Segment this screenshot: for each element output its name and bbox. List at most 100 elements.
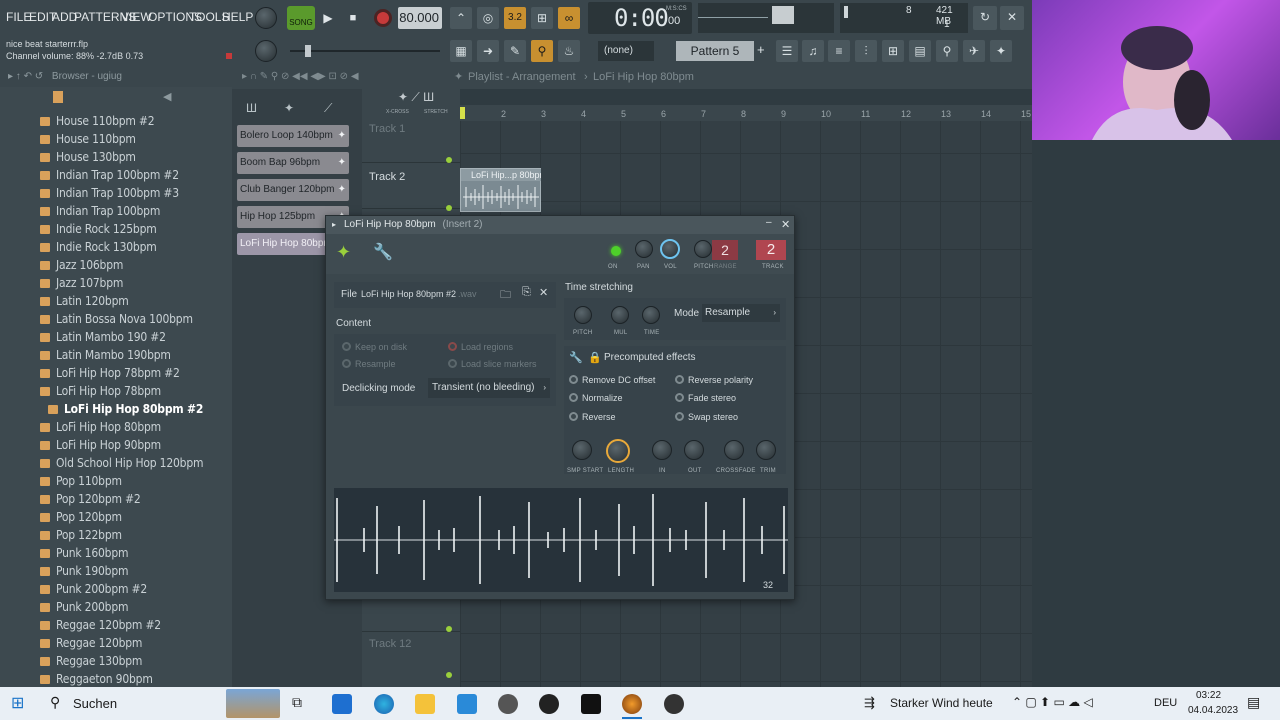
clear-file-icon[interactable]: ✕ <box>539 286 548 299</box>
browser-item[interactable]: Jazz 106bpm <box>40 258 123 276</box>
search-highlight-image[interactable] <box>226 689 280 718</box>
clock-date[interactable]: 04.04.2023 <box>1188 705 1238 716</box>
ts-pitch-knob[interactable] <box>574 306 592 324</box>
ts-time-knob[interactable] <box>642 306 660 324</box>
browser-item[interactable]: Latin Bossa Nova 100bpm <box>40 312 193 330</box>
overview-icons[interactable]: ✦ ⟋ Ш <box>398 90 434 105</box>
browser-item[interactable]: House 110bpm <box>40 132 136 150</box>
browser-item[interactable]: Indian Trap 100bpm #3 <box>40 186 179 204</box>
tray-icons[interactable]: ⌃ ▢ ⬆ ▭ ☁ ◁ <box>1012 695 1093 709</box>
snap-magnet-icon[interactable]: ⚲ <box>531 40 553 62</box>
pattern-selector[interactable]: Pattern 5 <box>676 41 754 61</box>
browser-item[interactable]: Latin Mambo 190bpm <box>40 348 171 366</box>
browser-nav-icons[interactable]: ▸ ↑ ↶ ↺ <box>8 71 43 82</box>
browser-item[interactable]: Pop 122bpm <box>40 528 122 546</box>
track-1-header[interactable]: Track 1 <box>362 117 460 163</box>
browser-item[interactable]: Reggae 120bpm #2 <box>40 618 161 636</box>
audio-clip[interactable]: LoFi Hip...p 80bpm <box>460 168 541 212</box>
project-info-icon[interactable]: ▤ <box>909 40 931 62</box>
browser-item[interactable]: LoFi Hip Hop 80bpm <box>40 420 161 438</box>
channel-rack-icon[interactable]: ≡ <box>828 40 850 62</box>
pattern-clip-source[interactable]: Bolero Loop 140bpm ✦ <box>237 125 349 147</box>
browser-item[interactable]: Indian Trap 100bpm <box>40 204 160 222</box>
track-2-header[interactable]: Track 2 <box>362 163 460 211</box>
resample-option[interactable]: Resample <box>342 359 396 369</box>
panel-menu-arrow[interactable]: ▸ <box>332 216 336 234</box>
menu-help[interactable]: HELP <box>222 10 253 24</box>
piano-roll-window-icon[interactable]: ♫ <box>802 40 824 62</box>
song-mode-toggle[interactable]: SONG <box>287 6 315 30</box>
obs-icon[interactable] <box>664 694 684 714</box>
sample-wave-icon[interactable]: ✦ <box>336 242 351 263</box>
master-pitch-knob[interactable] <box>255 40 277 62</box>
browser-item[interactable]: Indie Rock 130bpm <box>40 240 157 258</box>
normalize-option[interactable]: Normalize <box>569 393 623 403</box>
length-knob[interactable] <box>606 439 630 463</box>
sample-start-knob[interactable] <box>572 440 592 460</box>
playlist-icon[interactable]: ☰ <box>776 40 798 62</box>
declick-select[interactable]: Transient (no bleeding) › <box>428 378 550 398</box>
store-icon[interactable] <box>332 694 352 714</box>
browser-item[interactable]: Punk 200bpm #2 <box>40 582 147 600</box>
master-volume-knob[interactable] <box>255 7 277 29</box>
browser-item[interactable]: LoFi Hip Hop 80bpm #2 <box>48 402 203 420</box>
weather-icon[interactable]: ⇶ <box>864 695 875 711</box>
browser-item[interactable]: LoFi Hip Hop 78bpm <box>40 384 161 402</box>
out-knob[interactable] <box>684 440 704 460</box>
browser-item[interactable]: Pop 120bpm <box>40 510 122 528</box>
browser-item[interactable]: Pop 110bpm <box>40 474 122 492</box>
load-regions-option[interactable]: Load regions <box>448 342 513 352</box>
menu-file[interactable]: FILE <box>6 10 31 24</box>
time-display[interactable]: 0:00 M:S:CS 00 <box>588 2 692 34</box>
tempo-display[interactable]: 80.000 <box>398 7 442 29</box>
browser-item[interactable]: Indie Rock 125bpm <box>40 222 157 240</box>
in-knob[interactable] <box>652 440 672 460</box>
metronome-icon[interactable]: ⌃ <box>450 7 472 29</box>
taskbar-search[interactable]: Suchen <box>73 696 117 711</box>
browser-item[interactable]: House 130bpm <box>40 150 136 168</box>
trim-knob[interactable] <box>756 440 776 460</box>
mode-select[interactable]: Resample › <box>702 304 780 322</box>
keep-on-disk-option[interactable]: Keep on disk <box>342 342 407 352</box>
pan-knob[interactable] <box>635 240 653 258</box>
open-folder-icon[interactable]: 🗀 <box>500 286 511 305</box>
browse-icon[interactable]: ⎘ <box>522 286 531 299</box>
search-icon[interactable]: ⚲ <box>50 694 60 711</box>
picker-icon[interactable]: Ш <box>246 101 257 115</box>
sample-waveform[interactable]: 32 <box>334 488 788 592</box>
touch-keyboard-icon[interactable]: ✦ <box>990 40 1012 62</box>
fl-studio-icon[interactable] <box>622 694 642 714</box>
language-indicator[interactable]: DEU <box>1154 697 1177 709</box>
browser-item[interactable]: Punk 160bpm <box>40 546 128 564</box>
edge-icon[interactable] <box>374 694 394 714</box>
wrench-icon[interactable]: 🔧 <box>373 242 393 262</box>
add-pattern-button[interactable]: + <box>757 42 765 57</box>
remove-dc-option[interactable]: Remove DC offset <box>569 375 655 385</box>
swap-stereo-option[interactable]: Swap stereo <box>675 412 738 422</box>
plugin-db-icon[interactable]: ⚲ <box>936 40 958 62</box>
minimize-icon[interactable]: – <box>766 214 772 232</box>
timeline-ruler[interactable]: 2 3 4 5 6 7 8 9 10 11 12 13 14 15 <box>460 105 1032 121</box>
reverse-option[interactable]: Reverse <box>569 412 616 422</box>
audio-wave-icon[interactable]: ✦ <box>284 101 294 115</box>
snap-selector[interactable]: (none) <box>598 41 654 61</box>
windows-start-icon[interactable]: ⊞ <box>11 693 24 713</box>
collapse-icon[interactable]: ◀ <box>163 90 171 103</box>
ts-mul-knob[interactable] <box>611 306 629 324</box>
notification-icon[interactable]: ▤ <box>1247 694 1260 711</box>
playlist-scroll-strip[interactable]: ✦ ⟋ Ш <box>362 89 460 105</box>
browser-window-icon[interactable]: ⊞ <box>882 40 904 62</box>
browser-item[interactable]: Reggae 130bpm <box>40 654 142 672</box>
draw-mode-icon[interactable]: ✎ <box>504 40 526 62</box>
reverse-polarity-option[interactable]: Reverse polarity <box>675 375 753 385</box>
pattern-clip-source[interactable]: Club Banger 120bpm ✦ <box>237 179 349 201</box>
volume-knob[interactable] <box>660 239 680 259</box>
browser-item[interactable]: Jazz 107bpm <box>40 276 123 294</box>
playlist-tool-icons[interactable]: ▸ ∩ ✎ ⚲ ⊘ ◀◀ ◀▶ ⊡ ⊘ ◀ <box>242 71 359 82</box>
mixer-track-field[interactable]: 2 <box>756 240 786 260</box>
pattern-clip-source[interactable]: Boom Bap 96bpm ✦ <box>237 152 349 174</box>
crossfade-knob[interactable] <box>724 440 744 460</box>
close-icon[interactable]: ✕ <box>781 216 790 234</box>
browser-item[interactable]: LoFi Hip Hop 90bpm <box>40 438 161 456</box>
automation-icon[interactable]: ⟋ <box>324 101 332 116</box>
